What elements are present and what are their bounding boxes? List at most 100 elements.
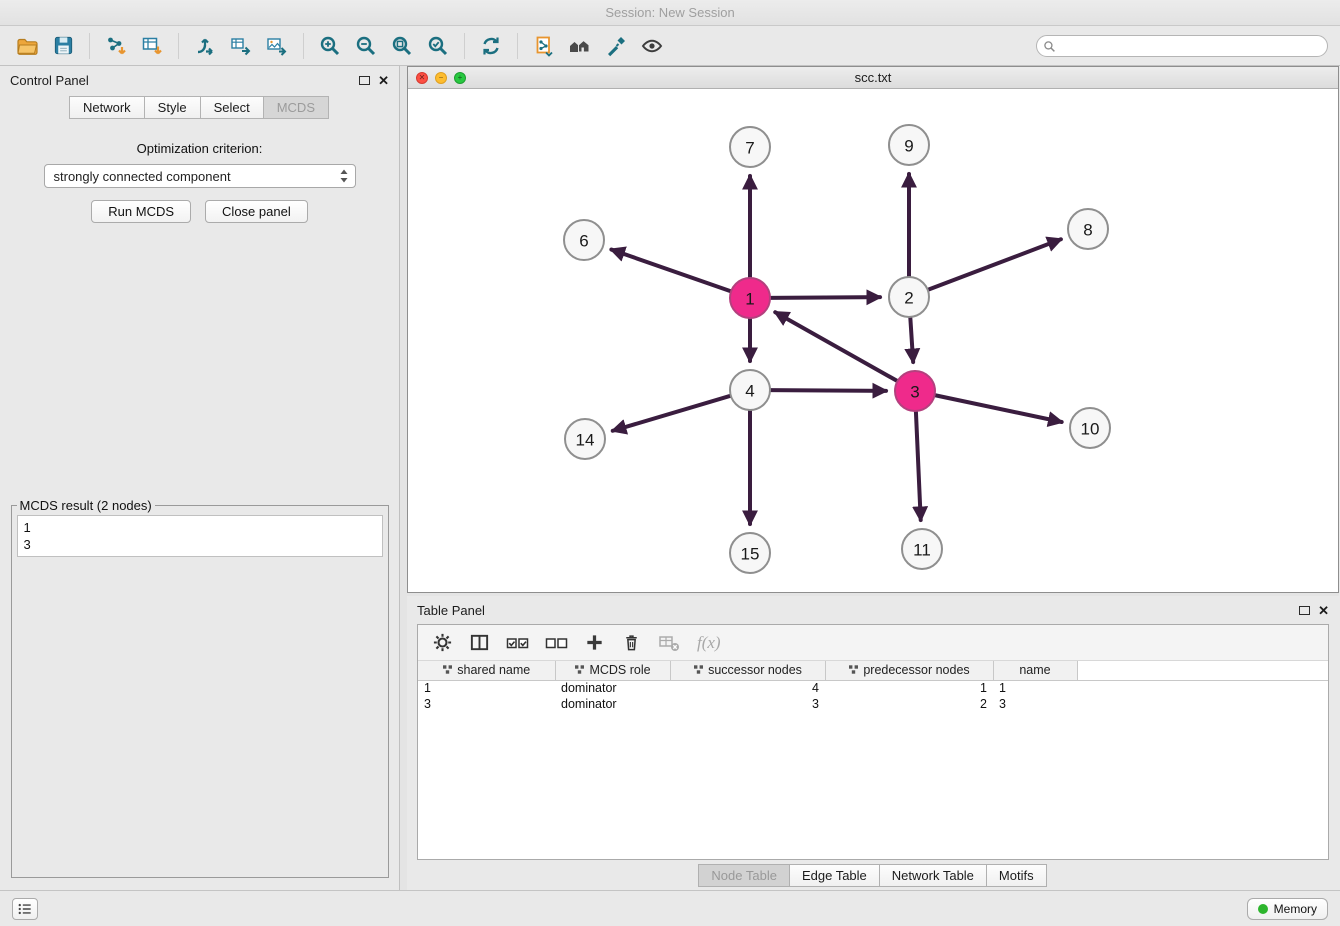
graph-node[interactable]: 3: [895, 371, 935, 411]
control-panel-tabs: Network Style Select MCDS: [0, 96, 399, 119]
optimization-criterion-label: Optimization criterion:: [137, 141, 263, 156]
split-panel-button[interactable]: [469, 632, 490, 653]
delete-table-button[interactable]: [658, 633, 681, 653]
network-tools-button[interactable]: [190, 31, 220, 61]
table-row[interactable]: 1 dominator 4 1 1: [418, 680, 1328, 696]
column-label: predecessor nodes: [863, 663, 969, 677]
memory-button[interactable]: Memory: [1247, 898, 1328, 920]
column-header-successor-nodes[interactable]: successor nodes: [670, 661, 825, 680]
export-image-button[interactable]: [262, 31, 292, 61]
graph-node[interactable]: 11: [902, 529, 942, 569]
deselect-all-button[interactable]: [545, 634, 568, 652]
tab-motifs[interactable]: Motifs: [986, 864, 1047, 887]
cell-predecessor-nodes[interactable]: 2: [825, 696, 993, 712]
cell-name[interactable]: 3: [993, 696, 1077, 712]
column-header-name[interactable]: name: [993, 661, 1077, 680]
close-table-panel-icon[interactable]: ✕: [1318, 604, 1329, 617]
cell-mcds-role[interactable]: dominator: [555, 696, 670, 712]
tab-network-table[interactable]: Network Table: [879, 864, 987, 887]
cell-shared-name[interactable]: 3: [418, 696, 555, 712]
mcds-result-list[interactable]: 1 3: [17, 515, 383, 557]
toolbar-separator: [303, 33, 304, 59]
column-header-mcds-role[interactable]: MCDS role: [555, 661, 670, 680]
graph-node[interactable]: 7: [730, 127, 770, 167]
zoom-out-button[interactable]: [351, 31, 381, 61]
graph-node[interactable]: 4: [730, 370, 770, 410]
import-table-button[interactable]: [137, 31, 167, 61]
select-all-button[interactable]: [506, 634, 529, 652]
open-folder-icon: [15, 34, 39, 58]
criterion-dropdown[interactable]: strongly connected component: [44, 164, 356, 188]
graph-node-label: 4: [745, 382, 754, 401]
tab-node-table[interactable]: Node Table: [698, 864, 790, 887]
graph-node[interactable]: 2: [889, 277, 929, 317]
zoom-fit-button[interactable]: [387, 31, 417, 61]
search-input[interactable]: [1036, 35, 1328, 57]
table-settings-button[interactable]: [432, 632, 453, 653]
close-panel-icon[interactable]: ✕: [378, 74, 389, 87]
tab-edge-table[interactable]: Edge Table: [789, 864, 880, 887]
graph-node-label: 1: [745, 290, 754, 309]
open-session-button[interactable]: [12, 31, 42, 61]
save-session-button[interactable]: [48, 31, 78, 61]
graph-node[interactable]: 14: [565, 419, 605, 459]
vertical-splitter[interactable]: [400, 66, 407, 890]
window-minimize-icon[interactable]: −: [435, 72, 447, 84]
copy-view-button[interactable]: [529, 31, 559, 61]
delete-rows-button[interactable]: [621, 632, 642, 653]
graph-node[interactable]: 1: [730, 278, 770, 318]
panel-menu-button[interactable]: [12, 898, 38, 920]
graph-edge[interactable]: [611, 250, 731, 292]
graph-edge[interactable]: [910, 317, 913, 362]
column-header-predecessor-nodes[interactable]: predecessor nodes: [825, 661, 993, 680]
table-row[interactable]: 3 dominator 3 2 3: [418, 696, 1328, 712]
window-zoom-icon[interactable]: +: [454, 72, 466, 84]
import-network-button[interactable]: [101, 31, 131, 61]
graph-edge[interactable]: [935, 395, 1062, 422]
control-panel-header: Control Panel ✕: [0, 66, 399, 94]
graph-node[interactable]: 6: [564, 220, 604, 260]
window-close-icon[interactable]: ✕: [416, 72, 428, 84]
graph-edge[interactable]: [613, 396, 731, 431]
graph-edge[interactable]: [770, 390, 886, 391]
network-canvas[interactable]: 7 9 6 8 1 2 4 3 14 10 15 11: [408, 89, 1338, 592]
cell-successor-nodes[interactable]: 3: [670, 696, 825, 712]
function-builder-button[interactable]: f(x): [697, 633, 721, 653]
graph-node[interactable]: 8: [1068, 209, 1108, 249]
column-header-shared-name[interactable]: shared name: [418, 661, 555, 680]
chevron-updown-icon: [339, 168, 349, 184]
graph-node[interactable]: 9: [889, 125, 929, 165]
show-hide-button[interactable]: [637, 31, 667, 61]
refresh-view-button[interactable]: [476, 31, 506, 61]
cell-shared-name[interactable]: 1: [418, 680, 555, 696]
graph-edge[interactable]: [775, 312, 897, 381]
tab-style[interactable]: Style: [144, 96, 201, 119]
toolbar-separator: [464, 33, 465, 59]
graph-edge[interactable]: [916, 411, 921, 520]
run-mcds-button[interactable]: Run MCDS: [91, 200, 191, 223]
float-table-panel-icon[interactable]: [1299, 606, 1310, 615]
close-panel-button[interactable]: Close panel: [205, 200, 308, 223]
graph-edge[interactable]: [928, 239, 1061, 290]
graph-node-label: 14: [576, 431, 595, 450]
float-panel-icon[interactable]: [359, 76, 370, 85]
cell-predecessor-nodes[interactable]: 1: [825, 680, 993, 696]
network-overview-button[interactable]: [565, 31, 595, 61]
graph-node-label: 9: [904, 137, 913, 156]
status-bar: Memory: [0, 890, 1340, 926]
tab-network[interactable]: Network: [69, 96, 145, 119]
tab-mcds[interactable]: MCDS: [263, 96, 329, 119]
tab-select[interactable]: Select: [200, 96, 264, 119]
apply-style-button[interactable]: [601, 31, 631, 61]
graph-node[interactable]: 10: [1070, 408, 1110, 448]
cell-name[interactable]: 1: [993, 680, 1077, 696]
graph-node[interactable]: 15: [730, 533, 770, 573]
zoom-selected-button[interactable]: [423, 31, 453, 61]
add-row-button[interactable]: [584, 632, 605, 653]
new-network-button[interactable]: [226, 31, 256, 61]
zoom-in-button[interactable]: [315, 31, 345, 61]
cell-successor-nodes[interactable]: 4: [670, 680, 825, 696]
cell-mcds-role[interactable]: dominator: [555, 680, 670, 696]
graph-edge[interactable]: [770, 297, 880, 298]
table-toolbar: f(x): [418, 625, 1328, 661]
